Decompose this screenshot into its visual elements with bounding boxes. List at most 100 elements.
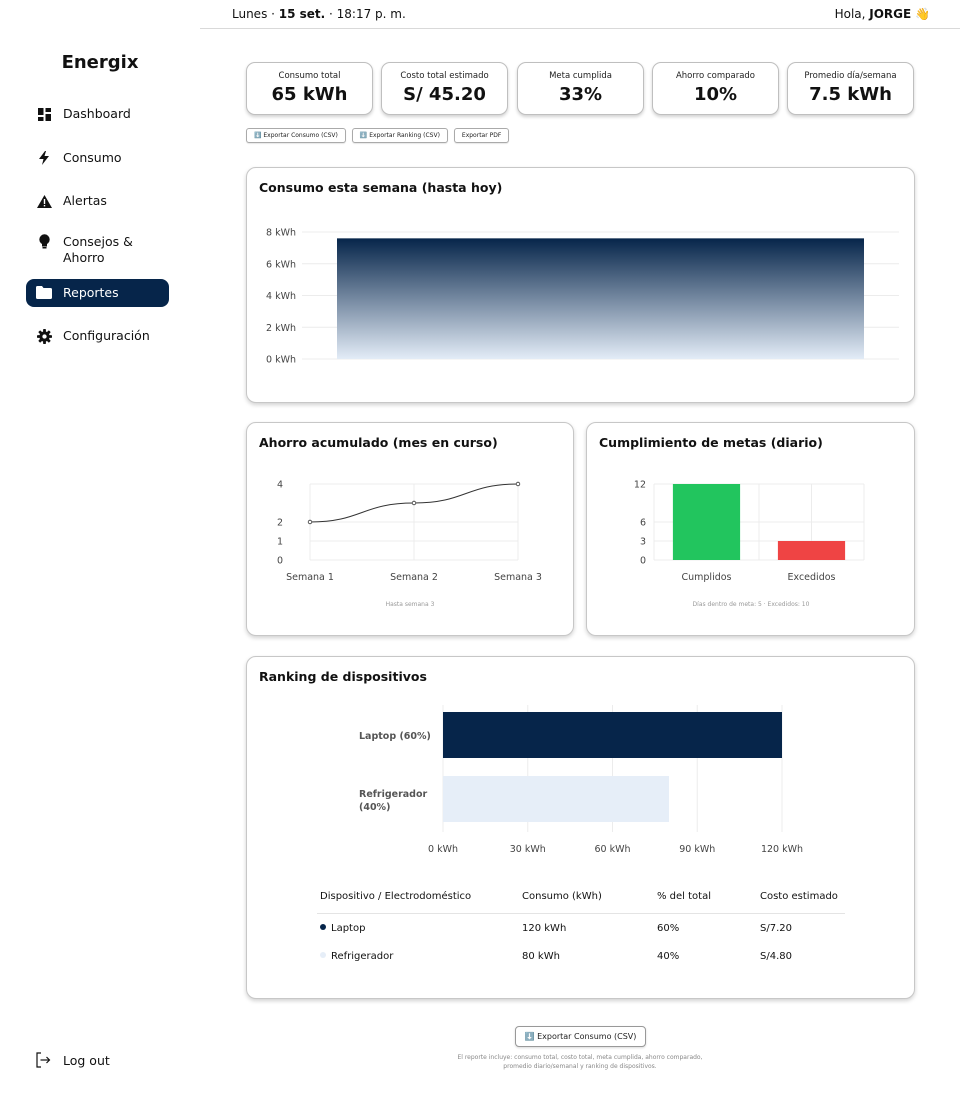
kpi-title: Promedio día/semana <box>804 71 897 81</box>
y-tick-label: 4 <box>277 480 283 491</box>
goal-bar <box>777 541 846 560</box>
kpi-value: 65 kWh <box>271 84 348 105</box>
y-tick-label: Refrigerador (40%) <box>359 789 427 813</box>
device-bar <box>443 712 782 758</box>
export-consumo-csv-footer-button[interactable]: ⬇️ Exportar Consumo (CSV) <box>515 1026 646 1047</box>
goal-bar <box>672 484 741 560</box>
date-label: 15 set. <box>278 7 326 21</box>
x-tick-label: Cumplidos <box>681 572 731 583</box>
costo-cell: S/4.80 <box>760 950 792 962</box>
consumo-cell: 120 kWh <box>522 922 567 934</box>
column-header: Dispositivo / Electrodoméstico <box>320 890 472 902</box>
kpi-value: S/ 45.20 <box>403 84 486 105</box>
kpi-value: 33% <box>558 84 603 105</box>
pct-cell: 40% <box>657 950 680 962</box>
x-tick-label: 0 kWh <box>428 844 458 855</box>
column-header: % del total <box>657 890 712 902</box>
sidebar-nav: Dashboard Consumo Alertas Consejos & Aho… <box>26 100 169 366</box>
y-tick-label: 6 kWh <box>266 259 296 270</box>
day-label: Lunes · <box>232 7 279 21</box>
kpi-promedio: Promedio día/semana 7.5 kWh <box>787 62 914 115</box>
warning-icon <box>36 193 52 209</box>
sidebar-item-label: Dashboard <box>63 106 131 121</box>
export-ranking-csv-button[interactable]: ⬇️ Exportar Ranking (CSV) <box>351 128 448 143</box>
sidebar-item-consejos[interactable]: Consejos & Ahorro <box>26 231 169 269</box>
device-cell: Laptop <box>317 923 522 934</box>
goals-card: Cumplimiento de metas (diario) 0 3 6 12 Cump… <box>586 422 915 636</box>
column-header: Costo estimado <box>760 890 838 902</box>
sidebar-item-reportes[interactable]: Reportes <box>26 278 169 307</box>
y-tick-label: 2 kWh <box>266 323 296 334</box>
legend-dot <box>320 923 326 930</box>
time-label: · 18:17 p. m. <box>325 7 406 21</box>
device-bar <box>443 776 669 822</box>
kpi-title: Costo total estimado <box>400 71 489 81</box>
sidebar-item-label: Consumo <box>63 149 122 165</box>
export-consumo-csv-button[interactable]: ⬇️ Exportar Consumo (CSV) <box>246 128 346 143</box>
column-header: Consumo (kWh) <box>522 890 602 902</box>
report-note: El reporte incluye: consumo total, costo… <box>430 1053 730 1071</box>
y-tick-label: Laptop (60%) <box>359 731 431 742</box>
sidebar-item-label: Reportes <box>63 284 119 300</box>
weekly-consumption-card: Consumo esta semana (hasta hoy) 0 kWh 2 k… <box>246 167 915 403</box>
chart-caption: Hasta semana 3 <box>386 601 435 608</box>
y-tick-label: 8 kWh <box>266 228 296 239</box>
ranking-chart: 0 kWh 30 kWh 60 kWh 90 kWh 120 kWh Laptop (60… <box>359 705 803 855</box>
y-tick-label: 0 <box>640 556 646 567</box>
table-row: Refrigerador 80 kWh 40% S/4.80 <box>317 942 845 970</box>
sidebar-item-label-group: Consejos & Ahorro <box>63 234 133 266</box>
app-logo: Energix <box>61 52 139 73</box>
logout-button[interactable]: Log out <box>35 1052 110 1068</box>
logout-icon <box>35 1052 51 1068</box>
ranking-card: Ranking de dispositivos 0 kWh 30 kWh 60 kW… <box>246 656 915 999</box>
device-name: Laptop <box>331 922 366 934</box>
sidebar-item-consumo[interactable]: Consumo <box>26 144 169 172</box>
y-tick-label: 0 <box>277 556 283 567</box>
gear-icon <box>36 328 52 344</box>
kpi-consumo-total: Consumo total 65 kWh <box>246 62 373 115</box>
user-name: JORGE <box>869 7 912 21</box>
x-tick-label: Excedidos <box>788 572 836 583</box>
kpi-value: 7.5 kWh <box>809 84 892 105</box>
kpi-meta-cumplida: Meta cumplida 33% <box>517 62 644 115</box>
kpi-title: Ahorro comparado <box>675 71 755 81</box>
kpi-title: Consumo total <box>278 71 341 81</box>
logout-label: Log out <box>63 1052 110 1068</box>
pct-cell: 60% <box>657 922 680 934</box>
x-tick-label: 30 kWh <box>510 844 546 855</box>
export-pdf-button[interactable]: Exportar PDF <box>453 128 510 143</box>
export-buttons: ⬇️ Exportar Consumo (CSV) ⬇️ Exportar Ra… <box>246 128 510 143</box>
topbar: Lunes · 15 set. · 18:17 p. m. Hola, JORG… <box>200 0 960 29</box>
sidebar-item-label-line2: Ahorro <box>63 249 105 265</box>
x-tick-label: Semana 3 <box>494 572 542 583</box>
sidebar-item-label: Alertas <box>63 193 107 208</box>
y-tick-label: 6 <box>640 518 646 529</box>
y-tick-label: 1 <box>277 537 283 548</box>
table-row: Laptop 120 kWh 60% S/7.20 <box>317 914 845 942</box>
note-line-1: El reporte incluye: consumo total, costo… <box>457 1054 703 1061</box>
x-tick-label: 120 kWh <box>761 844 803 855</box>
data-point <box>411 500 417 506</box>
wave-icon: 👋 <box>915 7 930 21</box>
x-tick-label: Semana 1 <box>286 572 334 583</box>
weekly-consumption-chart: 0 kWh 2 kWh 4 kWh 6 kWh 8 kWh <box>266 228 899 366</box>
savings-card: Ahorro acumulado (mes en curso) 0 1 2 4 Sema… <box>246 422 574 636</box>
x-tick-label: Semana 2 <box>390 572 438 583</box>
savings-chart: 0 1 2 4 Semana 1 Semana 2 Semana 3 Hasta semana… <box>277 480 542 609</box>
chart-caption: Días dentro de meta: 5 · Excedidos: 10 <box>693 601 810 608</box>
goals-chart: 0 3 6 12 Cumplidos Excedidos Días dentro de me… <box>634 480 865 608</box>
kpi-ahorro-comparado: Ahorro comparado 10% <box>652 62 779 115</box>
device-cell: Refrigerador <box>317 951 522 962</box>
consumo-cell: 80 kWh <box>522 950 560 962</box>
sidebar-item-configuracion[interactable]: Configuración <box>26 322 169 350</box>
y-tick-label: 12 <box>634 480 646 491</box>
y-tick-label: 0 kWh <box>266 355 296 366</box>
user-greeting: Hola, JORGE 👋 <box>835 7 930 21</box>
data-point <box>307 519 313 525</box>
sidebar-item-dashboard[interactable]: Dashboard <box>26 100 169 128</box>
sidebar-item-alertas[interactable]: Alertas <box>26 187 169 215</box>
y-tick-label: 2 <box>277 518 283 529</box>
table-header: Dispositivo / Electrodoméstico Consumo (… <box>317 879 845 914</box>
y-tick-label: 4 kWh <box>266 291 296 302</box>
lightbulb-icon <box>36 234 52 250</box>
